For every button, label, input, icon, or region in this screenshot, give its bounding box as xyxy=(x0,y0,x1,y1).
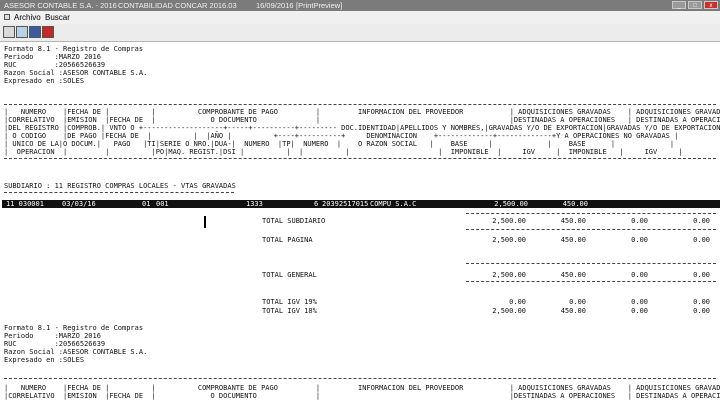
total-value: 450.00 xyxy=(560,236,586,244)
row-base: 2,500.00 xyxy=(494,200,528,208)
column-header-row: |CORRELATIVO |EMISION |FECHA DE | O DOCU… xyxy=(4,116,720,124)
total-igv19-label: TOTAL IGV 19% xyxy=(262,298,317,306)
report-periodo: Periodo :MARZO 2016 xyxy=(4,53,101,61)
total-value: 2,500.00 xyxy=(492,217,526,225)
text-cursor xyxy=(204,216,206,228)
total-value: 0.00 xyxy=(693,307,710,315)
total-pagina-label: TOTAL PAGINA xyxy=(262,236,313,244)
toolbar xyxy=(0,24,720,42)
total-value: 0.00 xyxy=(569,298,586,306)
total-subdiario-label: TOTAL SUBDIARIO xyxy=(262,217,326,225)
subdiario-label: SUBDIARIO : 11 REGISTRO COMPRAS LOCALES … xyxy=(4,182,236,190)
row-ruc: 20392517015 xyxy=(322,200,369,208)
app-title: ASESOR CONTABLE S.A. - 2016 xyxy=(4,1,117,10)
total-value: 450.00 xyxy=(560,271,586,279)
maximize-button[interactable]: □ xyxy=(688,1,702,9)
total-igv18-label: TOTAL IGV 18% xyxy=(262,307,317,315)
column-header-row: | NUMERO |FECHA DE | | COMPROBANTE DE PA… xyxy=(4,108,720,116)
column-header-row: | NUMERO |FECHA DE | | COMPROBANTE DE PA… xyxy=(4,384,720,392)
print-icon[interactable] xyxy=(3,26,15,38)
divider xyxy=(466,281,716,282)
row-tipo: 01 xyxy=(142,200,151,208)
total-value: 0.00 xyxy=(693,236,710,244)
save-icon[interactable] xyxy=(29,26,41,38)
total-value: 0.00 xyxy=(631,271,648,279)
column-header-row: | UNICO DE LA|O DOCUM.| PAGO |TI|SERIE O… xyxy=(4,140,675,148)
row-tp: 6 xyxy=(314,200,319,208)
divider xyxy=(4,378,716,379)
menu-archivo[interactable]: Archivo xyxy=(14,11,41,24)
divider xyxy=(466,213,716,214)
total-general-label: TOTAL GENERAL xyxy=(262,271,317,279)
window-titlebar: ASESOR CONTABLE S.A. - 2016 CONTABILIDAD… xyxy=(0,0,720,11)
divider xyxy=(4,192,234,193)
report-razon-social: Razon Social :ASESOR CONTABLE S.A. xyxy=(4,69,148,77)
search-icon[interactable] xyxy=(16,26,28,38)
column-header-row: |DEL REGISTRO |COMPROB.| VNTO O +-------… xyxy=(4,124,720,132)
total-value: 2,500.00 xyxy=(492,271,526,279)
report-preview[interactable]: Formato 8.1 - Registro de Compras Period… xyxy=(0,42,720,402)
title-view: [PrintPreview] xyxy=(296,1,343,10)
title-date: 16/09/2016 xyxy=(256,1,294,10)
total-value: 0.00 xyxy=(693,217,710,225)
menu-buscar[interactable]: Buscar xyxy=(45,11,70,24)
module-title: CONTABILIDAD CONCAR 2016.03 xyxy=(118,1,237,10)
divider xyxy=(4,104,716,105)
total-value: 0.00 xyxy=(631,307,648,315)
total-value: 450.00 xyxy=(560,217,586,225)
row-igv: 450.00 xyxy=(562,200,588,208)
column-header-row: |CORRELATIVO |EMISION |FECHA DE | O DOCU… xyxy=(4,392,720,400)
report-format-title: Formato 8.1 - Registro de Compras xyxy=(4,45,144,53)
report-ruc: RUC :20566526639 xyxy=(4,340,106,348)
app-icon xyxy=(4,14,10,20)
total-value: 0.00 xyxy=(693,298,710,306)
total-value: 2,500.00 xyxy=(492,236,526,244)
row-correlativo: 11 030001 xyxy=(6,200,44,208)
report-format-title: Formato 8.1 - Registro de Compras xyxy=(4,324,144,332)
exit-icon[interactable] xyxy=(42,26,54,38)
divider xyxy=(4,158,716,159)
report-ruc: RUC :20566526639 xyxy=(4,61,106,69)
row-fecha: 03/03/16 xyxy=(62,200,96,208)
divider xyxy=(466,263,716,264)
total-value: 0.00 xyxy=(509,298,526,306)
report-expresado: Expresado en :SOLES xyxy=(4,77,85,85)
report-razon-social: Razon Social :ASESOR CONTABLE S.A. xyxy=(4,348,148,356)
report-expresado: Expresado en :SOLES xyxy=(4,356,85,364)
divider xyxy=(466,229,716,230)
row-serie: 001 xyxy=(156,200,169,208)
column-header-row: | OPERACION | | |PO|MAQ. REGIST.|DSI | |… xyxy=(4,148,683,156)
row-razon: COMPU S.A.C xyxy=(370,200,417,208)
total-value: 0.00 xyxy=(631,217,648,225)
row-numero: 1333 xyxy=(246,200,263,208)
report-periodo: Periodo :MARZO 2016 xyxy=(4,332,101,340)
total-value: 450.00 xyxy=(560,307,586,315)
minimize-button[interactable]: _ xyxy=(672,1,686,9)
total-value: 0.00 xyxy=(693,271,710,279)
column-header-row: | O CODIGO |DE PAGO |FECHA DE | | |AÑO |… xyxy=(4,132,679,140)
total-value: 0.00 xyxy=(631,236,648,244)
total-value: 2,500.00 xyxy=(492,307,526,315)
menu-bar: Archivo Buscar xyxy=(0,11,720,24)
close-button[interactable]: x xyxy=(704,1,718,9)
table-row[interactable]: 11 030001 03/03/16 01 001 1333 6 2039251… xyxy=(2,200,720,208)
total-value: 0.00 xyxy=(631,298,648,306)
